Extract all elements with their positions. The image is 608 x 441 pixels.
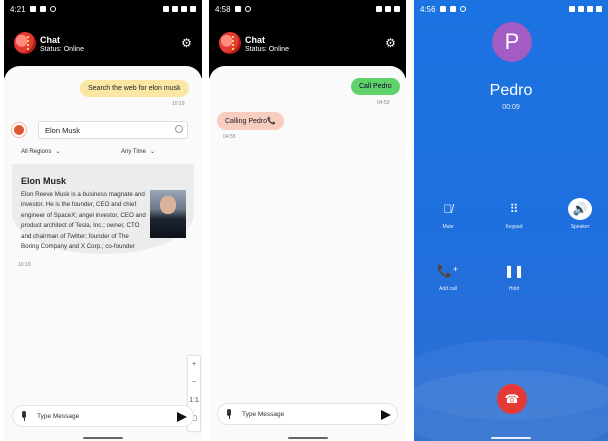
chat-status: Status: Online (40, 46, 84, 53)
speaker-label: Speaker (570, 224, 590, 230)
nav-gesture-bar[interactable] (287, 437, 328, 439)
phone-chat-call: 4:58 Chat Status: Online ⚙ Call Pedro 04… (209, 0, 406, 441)
mic-icon[interactable] (21, 411, 27, 421)
status-bar: 4:56 (414, 0, 608, 18)
status-time: 4:56 (420, 4, 436, 14)
duckduckgo-logo-icon (12, 123, 26, 137)
wifi-icon (578, 6, 584, 12)
nav-gesture-bar[interactable] (83, 437, 123, 439)
bot-message-bubble: Calling Pedro📞 (217, 112, 284, 130)
search-icon[interactable] (175, 125, 183, 133)
phone-icon (439, 6, 446, 12)
phone-chat-search: 4:21 Chat Status: Online ⚙ Search the we… (4, 0, 202, 441)
call-duration: 00:09 (502, 104, 520, 111)
status-time: 4:21 (10, 4, 26, 14)
speaker-button[interactable]: 🔊 Speaker (560, 198, 600, 230)
battery-icon (394, 6, 400, 12)
message-input[interactable]: Type Message (37, 413, 79, 420)
gear-icon[interactable]: ⚙ (385, 37, 396, 49)
message-timestamp: 04:53 (377, 100, 390, 106)
vibrate-icon (163, 6, 169, 12)
signal-icon (181, 6, 187, 12)
nav-gesture-bar[interactable] (491, 437, 531, 439)
bot-avatar-icon (14, 32, 36, 54)
message-input[interactable]: Type Message (242, 411, 284, 418)
send-icon[interactable] (381, 410, 391, 420)
phone-call-screen: 4:56 P Pedro 00:09 🎙̸ Mute ⠿ Keypad 🔊 Sp… (414, 0, 608, 441)
chevron-down-icon: ⌄ (55, 149, 61, 155)
notification-icon (459, 6, 466, 12)
hold-label: Hold (508, 286, 520, 292)
end-call-button[interactable]: ☎ (497, 384, 527, 414)
notification-icon (49, 6, 56, 12)
message-timestamp: 10:19 (172, 101, 185, 107)
mute-label: Mute (442, 224, 454, 230)
gear-icon[interactable]: ⚙ (181, 37, 192, 49)
signal-icon (385, 6, 391, 12)
vibrate-icon (569, 6, 575, 12)
battery-icon (596, 6, 602, 12)
chat-area: Call Pedro 04:53 Calling Pedro📞 04:55 Ty… (209, 66, 406, 441)
sim-icon (449, 6, 456, 12)
chevron-down-icon: ⌄ (150, 149, 156, 155)
phone-icon (29, 6, 36, 12)
status-bar: 4:21 (4, 0, 202, 18)
result-title: Elon Musk (21, 176, 67, 186)
result-timestamp: 10:19 (18, 262, 31, 268)
user-message-bubble: Search the web for elon musk (80, 80, 189, 97)
battery-icon (190, 6, 196, 12)
search-input-value: Elon Musk (45, 126, 81, 135)
sim-icon (39, 6, 46, 12)
add-call-button[interactable]: 📞⁺ Add call (428, 260, 468, 292)
bot-avatar-icon (219, 32, 241, 54)
wifi-icon (376, 6, 382, 12)
portrait-face (160, 196, 176, 214)
wifi-icon (172, 6, 178, 12)
chat-area: Search the web for elon musk 10:19 Elon … (4, 66, 202, 441)
add-call-label: Add call (439, 286, 457, 292)
status-bar: 4:58 (209, 0, 406, 18)
mic-icon[interactable] (226, 409, 232, 419)
zoom-in-button[interactable]: + (188, 356, 200, 374)
sim-icon (234, 6, 241, 12)
chat-title: Chat (40, 35, 60, 45)
search-input[interactable]: Elon Musk (38, 121, 188, 139)
chat-status: Status: Online (245, 46, 289, 53)
region-label: All Regions (21, 149, 52, 155)
message-input-bar[interactable]: Type Message (12, 405, 194, 427)
add-call-icon: 📞⁺ (437, 264, 459, 278)
time-dropdown[interactable]: Any Time ⌄ (121, 148, 155, 155)
caller-avatar: P (492, 22, 532, 62)
result-image (150, 190, 186, 238)
screenshots-stage: 4:21 Chat Status: Online ⚙ Search the we… (0, 0, 608, 441)
user-message-bubble: Call Pedro (351, 78, 400, 95)
region-dropdown[interactable]: All Regions ⌄ (21, 148, 60, 155)
mute-button[interactable]: 🎙̸ Mute (428, 198, 468, 230)
zoom-out-button[interactable]: − (188, 374, 200, 392)
mic-off-icon: 🎙̸ (443, 202, 453, 216)
time-label: Any Time (121, 149, 147, 155)
bot-timestamp: 04:55 (223, 134, 236, 140)
keypad-icon: ⠿ (509, 202, 519, 216)
notification-icon (244, 6, 251, 12)
speaker-icon: 🔊 (568, 198, 592, 220)
hold-button[interactable]: ❚❚ Hold (494, 260, 534, 292)
keypad-label: Keypad (505, 224, 523, 230)
message-input-bar[interactable]: Type Message (217, 403, 398, 425)
send-icon[interactable] (177, 412, 187, 422)
chat-title: Chat (245, 35, 265, 45)
signal-icon (587, 6, 593, 12)
pause-icon: ❚❚ (503, 264, 525, 278)
result-snippet: Elon Reeve Musk is a business magnate an… (21, 191, 146, 251)
caller-name: Pedro (489, 82, 533, 99)
keypad-button[interactable]: ⠿ Keypad (494, 198, 534, 230)
hang-up-icon: ☎ (504, 392, 520, 406)
status-time: 4:58 (215, 4, 231, 14)
